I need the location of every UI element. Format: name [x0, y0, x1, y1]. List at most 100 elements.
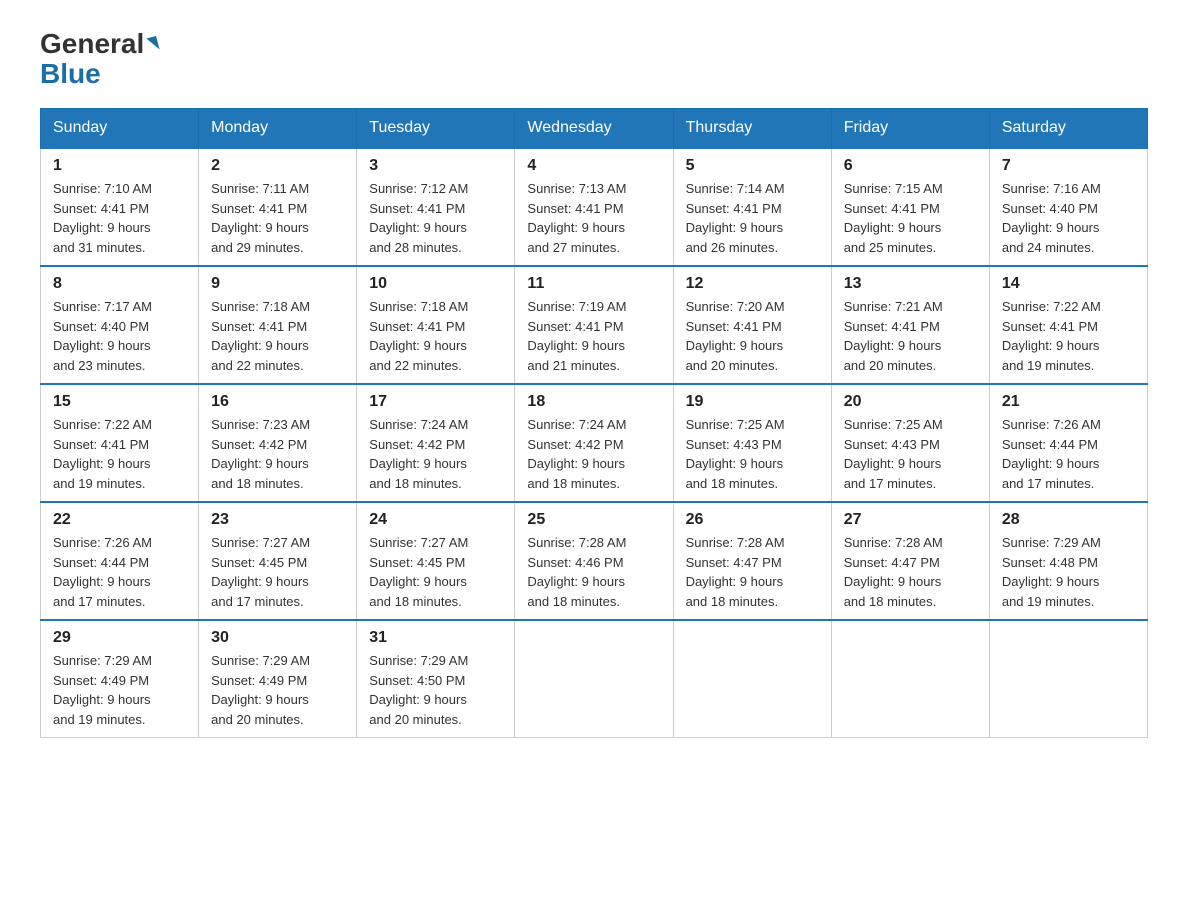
day-info: Sunrise: 7:29 AMSunset: 4:48 PMDaylight:…: [1002, 533, 1135, 611]
calendar-cell: 15 Sunrise: 7:22 AMSunset: 4:41 PMDayligh…: [41, 384, 199, 502]
day-number: 5: [686, 157, 819, 175]
day-info: Sunrise: 7:10 AMSunset: 4:41 PMDaylight:…: [53, 179, 186, 257]
day-number: 31: [369, 629, 502, 647]
day-info: Sunrise: 7:23 AMSunset: 4:42 PMDaylight:…: [211, 415, 344, 493]
day-number: 24: [369, 511, 502, 529]
calendar-cell: 8 Sunrise: 7:17 AMSunset: 4:40 PMDaylight…: [41, 266, 199, 384]
day-number: 13: [844, 275, 977, 293]
day-number: 17: [369, 393, 502, 411]
day-info: Sunrise: 7:22 AMSunset: 4:41 PMDaylight:…: [53, 415, 186, 493]
day-info: Sunrise: 7:21 AMSunset: 4:41 PMDaylight:…: [844, 297, 977, 375]
calendar-cell: 27 Sunrise: 7:28 AMSunset: 4:47 PMDayligh…: [831, 502, 989, 620]
calendar-cell: 19 Sunrise: 7:25 AMSunset: 4:43 PMDayligh…: [673, 384, 831, 502]
day-info: Sunrise: 7:18 AMSunset: 4:41 PMDaylight:…: [211, 297, 344, 375]
day-number: 28: [1002, 511, 1135, 529]
calendar-cell: 30 Sunrise: 7:29 AMSunset: 4:49 PMDayligh…: [199, 620, 357, 738]
day-info: Sunrise: 7:28 AMSunset: 4:47 PMDaylight:…: [686, 533, 819, 611]
day-number: 7: [1002, 157, 1135, 175]
day-info: Sunrise: 7:13 AMSunset: 4:41 PMDaylight:…: [527, 179, 660, 257]
calendar-cell: [515, 620, 673, 738]
calendar-week-row: 1 Sunrise: 7:10 AMSunset: 4:41 PMDaylight…: [41, 148, 1148, 266]
calendar-cell: 23 Sunrise: 7:27 AMSunset: 4:45 PMDayligh…: [199, 502, 357, 620]
day-number: 20: [844, 393, 977, 411]
day-number: 4: [527, 157, 660, 175]
calendar-cell: 7Sunrise: 7:16 AMSunset: 4:40 PMDaylight…: [989, 148, 1147, 266]
day-info: Sunrise: 7:26 AMSunset: 4:44 PMDaylight:…: [1002, 415, 1135, 493]
calendar-cell: 4 Sunrise: 7:13 AMSunset: 4:41 PMDaylight…: [515, 148, 673, 266]
calendar-week-row: 29Sunrise: 7:29 AMSunset: 4:49 PMDayligh…: [41, 620, 1148, 738]
day-number: 15: [53, 393, 186, 411]
calendar-cell: 3 Sunrise: 7:12 AMSunset: 4:41 PMDaylight…: [357, 148, 515, 266]
calendar-week-row: 15 Sunrise: 7:22 AMSunset: 4:41 PMDayligh…: [41, 384, 1148, 502]
day-number: 23: [211, 511, 344, 529]
calendar-cell: 5Sunrise: 7:14 AMSunset: 4:41 PMDaylight…: [673, 148, 831, 266]
day-info: Sunrise: 7:22 AMSunset: 4:41 PMDaylight:…: [1002, 297, 1135, 375]
calendar-cell: [831, 620, 989, 738]
calendar-cell: [989, 620, 1147, 738]
day-info: Sunrise: 7:20 AMSunset: 4:41 PMDaylight:…: [686, 297, 819, 375]
day-info: Sunrise: 7:24 AMSunset: 4:42 PMDaylight:…: [369, 415, 502, 493]
day-info: Sunrise: 7:18 AMSunset: 4:41 PMDaylight:…: [369, 297, 502, 375]
day-info: Sunrise: 7:11 AMSunset: 4:41 PMDaylight:…: [211, 179, 344, 257]
day-info: Sunrise: 7:28 AMSunset: 4:47 PMDaylight:…: [844, 533, 977, 611]
calendar-cell: 12 Sunrise: 7:20 AMSunset: 4:41 PMDayligh…: [673, 266, 831, 384]
calendar-cell: 14 Sunrise: 7:22 AMSunset: 4:41 PMDayligh…: [989, 266, 1147, 384]
day-number: 12: [686, 275, 819, 293]
calendar-cell: 17 Sunrise: 7:24 AMSunset: 4:42 PMDayligh…: [357, 384, 515, 502]
day-info: Sunrise: 7:28 AMSunset: 4:46 PMDaylight:…: [527, 533, 660, 611]
day-number: 10: [369, 275, 502, 293]
day-info: Sunrise: 7:19 AMSunset: 4:41 PMDaylight:…: [527, 297, 660, 375]
day-number: 6: [844, 157, 977, 175]
logo-triangle-icon: [147, 36, 160, 52]
day-info: Sunrise: 7:26 AMSunset: 4:44 PMDaylight:…: [53, 533, 186, 611]
day-info: Sunrise: 7:15 AMSunset: 4:41 PMDaylight:…: [844, 179, 977, 257]
calendar-cell: [673, 620, 831, 738]
day-info: Sunrise: 7:27 AMSunset: 4:45 PMDaylight:…: [211, 533, 344, 611]
day-number: 11: [527, 275, 660, 293]
calendar-cell: 6 Sunrise: 7:15 AMSunset: 4:41 PMDaylight…: [831, 148, 989, 266]
logo-general-text: General: [40, 30, 144, 58]
calendar-header-tuesday: Tuesday: [357, 109, 515, 149]
calendar-header-thursday: Thursday: [673, 109, 831, 149]
calendar-cell: 13 Sunrise: 7:21 AMSunset: 4:41 PMDayligh…: [831, 266, 989, 384]
calendar-cell: 26 Sunrise: 7:28 AMSunset: 4:47 PMDayligh…: [673, 502, 831, 620]
day-info: Sunrise: 7:27 AMSunset: 4:45 PMDaylight:…: [369, 533, 502, 611]
calendar-week-row: 22 Sunrise: 7:26 AMSunset: 4:44 PMDayligh…: [41, 502, 1148, 620]
calendar-cell: 20 Sunrise: 7:25 AMSunset: 4:43 PMDayligh…: [831, 384, 989, 502]
day-number: 22: [53, 511, 186, 529]
calendar-cell: 21 Sunrise: 7:26 AMSunset: 4:44 PMDayligh…: [989, 384, 1147, 502]
day-number: 2: [211, 157, 344, 175]
day-number: 26: [686, 511, 819, 529]
day-number: 16: [211, 393, 344, 411]
day-number: 27: [844, 511, 977, 529]
calendar-cell: 24 Sunrise: 7:27 AMSunset: 4:45 PMDayligh…: [357, 502, 515, 620]
day-number: 19: [686, 393, 819, 411]
calendar-cell: 31 Sunrise: 7:29 AMSunset: 4:50 PMDayligh…: [357, 620, 515, 738]
day-info: Sunrise: 7:25 AMSunset: 4:43 PMDaylight:…: [686, 415, 819, 493]
calendar-cell: 16 Sunrise: 7:23 AMSunset: 4:42 PMDayligh…: [199, 384, 357, 502]
calendar-week-row: 8 Sunrise: 7:17 AMSunset: 4:40 PMDaylight…: [41, 266, 1148, 384]
calendar-cell: 18Sunrise: 7:24 AMSunset: 4:42 PMDayligh…: [515, 384, 673, 502]
calendar-table: SundayMondayTuesdayWednesdayThursdayFrid…: [40, 108, 1148, 738]
calendar-cell: 11 Sunrise: 7:19 AMSunset: 4:41 PMDayligh…: [515, 266, 673, 384]
day-info: Sunrise: 7:29 AMSunset: 4:50 PMDaylight:…: [369, 651, 502, 729]
day-number: 14: [1002, 275, 1135, 293]
calendar-cell: 2 Sunrise: 7:11 AMSunset: 4:41 PMDaylight…: [199, 148, 357, 266]
calendar-header-friday: Friday: [831, 109, 989, 149]
calendar-header-sunday: Sunday: [41, 109, 199, 149]
day-number: 8: [53, 275, 186, 293]
day-number: 21: [1002, 393, 1135, 411]
calendar-cell: 25Sunrise: 7:28 AMSunset: 4:46 PMDayligh…: [515, 502, 673, 620]
day-number: 3: [369, 157, 502, 175]
day-info: Sunrise: 7:29 AMSunset: 4:49 PMDaylight:…: [211, 651, 344, 729]
logo: General Blue: [40, 30, 158, 88]
day-info: Sunrise: 7:29 AMSunset: 4:49 PMDaylight:…: [53, 651, 186, 729]
day-number: 18: [527, 393, 660, 411]
day-info: Sunrise: 7:12 AMSunset: 4:41 PMDaylight:…: [369, 179, 502, 257]
day-info: Sunrise: 7:25 AMSunset: 4:43 PMDaylight:…: [844, 415, 977, 493]
calendar-cell: 1 Sunrise: 7:10 AMSunset: 4:41 PMDaylight…: [41, 148, 199, 266]
day-number: 1: [53, 157, 186, 175]
day-number: 30: [211, 629, 344, 647]
day-info: Sunrise: 7:17 AMSunset: 4:40 PMDaylight:…: [53, 297, 186, 375]
calendar-header-wednesday: Wednesday: [515, 109, 673, 149]
